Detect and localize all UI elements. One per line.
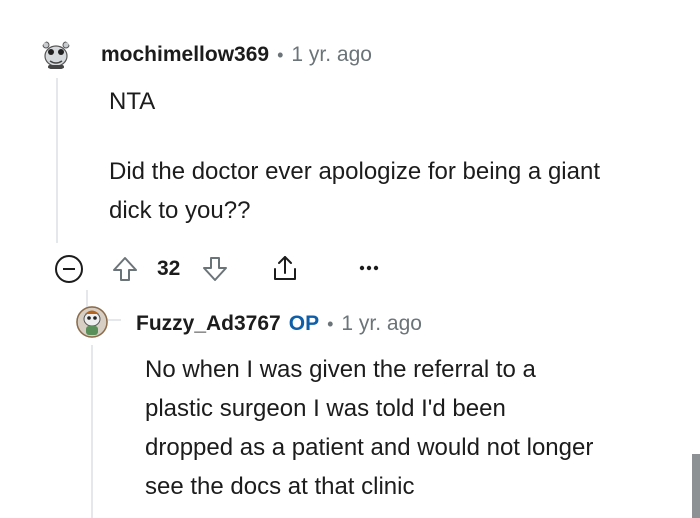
more-options-icon [359, 265, 379, 271]
timestamp[interactable]: 1 yr. ago [341, 312, 422, 336]
comment-body: NTA Did the doctor ever apologize for be… [109, 82, 629, 230]
upvote-button[interactable] [108, 252, 142, 286]
collapse-button[interactable] [52, 252, 86, 286]
timestamp[interactable]: 1 yr. ago [291, 43, 372, 67]
scrollbar-thumb[interactable] [692, 454, 700, 518]
op-badge: OP [288, 312, 320, 335]
snoo-avatar-icon [40, 38, 72, 70]
comment-body: No when I was given the referral to a pl… [145, 356, 594, 500]
downvote-arrow-icon [203, 257, 227, 281]
comment-paragraph: Did the doctor ever apologize for being … [109, 158, 600, 224]
reply-thread-line[interactable] [91, 345, 93, 518]
more-options-button[interactable] [354, 255, 384, 281]
thread-line[interactable] [56, 78, 58, 243]
upvote-arrow-icon [113, 257, 137, 281]
avatar[interactable] [76, 306, 108, 338]
share-icon [274, 256, 296, 280]
collapse-icon [55, 255, 83, 283]
comment-paragraph: NTA [109, 88, 156, 115]
downvote-button[interactable] [198, 252, 232, 286]
separator-dot: • [277, 44, 284, 65]
username[interactable]: mochimellow369 [101, 43, 269, 67]
vote-count: 32 [157, 257, 181, 280]
separator-dot: • [327, 313, 334, 334]
comment-header: Fuzzy_Ad3767 OP • 1 yr. ago [136, 309, 422, 339]
avatar[interactable] [40, 38, 72, 70]
snoo-avatar-icon [76, 306, 108, 338]
comment-header: mochimellow369 • 1 yr. ago [101, 40, 372, 70]
share-button[interactable] [268, 251, 302, 285]
username[interactable]: Fuzzy_Ad3767 [136, 312, 281, 336]
